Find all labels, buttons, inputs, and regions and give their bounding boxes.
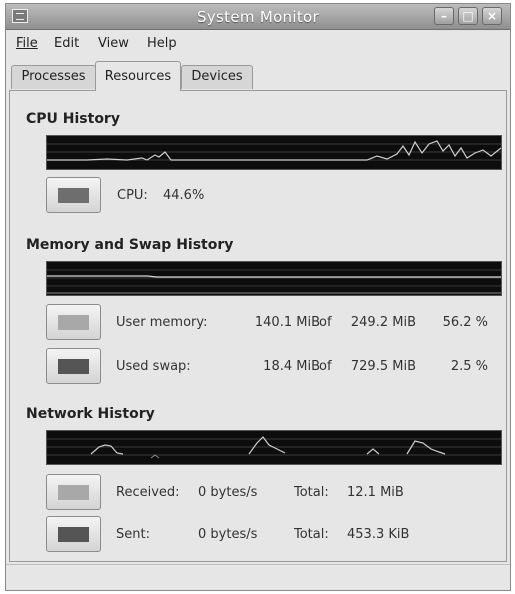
received-color-button[interactable] — [46, 474, 101, 510]
cpu-label: CPU: — [117, 188, 148, 203]
received-line-2 — [248, 436, 286, 455]
sent-color-swatch — [58, 527, 89, 542]
sent-rate: 0 bytes/s — [198, 527, 258, 542]
tab-resources[interactable]: Resources — [95, 61, 181, 91]
received-color-swatch — [58, 485, 89, 500]
menu-help[interactable]: Help — [147, 36, 177, 51]
menu-bar: File Edit View Help — [6, 30, 510, 58]
cpu-graph-svg — [47, 140, 501, 161]
received-line-3 — [366, 448, 380, 455]
swap-label: Used swap: — [116, 359, 191, 374]
received-line — [90, 444, 124, 455]
user-memory-of: of — [319, 315, 332, 330]
menu-help-label: Help — [147, 36, 177, 51]
close-button[interactable]: × — [482, 7, 502, 25]
resources-panel: CPU History CPU: 44.6% Memory and Swap H… — [9, 90, 507, 562]
tab-devices[interactable]: Devices — [181, 65, 253, 89]
swap-color-button[interactable] — [46, 348, 101, 384]
cpu-color-button[interactable] — [46, 177, 101, 213]
sent-color-button[interactable] — [46, 516, 101, 552]
user-memory-used: 140.1 MiB — [254, 315, 320, 330]
memory-graph-grid — [47, 269, 501, 287]
network-history-graph — [46, 430, 502, 465]
network-history-title: Network History — [26, 406, 155, 422]
menu-file[interactable]: File — [16, 36, 38, 51]
received-label: Received: — [116, 485, 180, 500]
cpu-graph-grid — [47, 143, 501, 161]
received-rate: 0 bytes/s — [198, 485, 258, 500]
swap-color-swatch — [58, 359, 89, 374]
user-memory-color-swatch — [58, 315, 89, 330]
user-memory-total: 249.2 MiB — [350, 315, 416, 330]
received-total: 12.1 MiB — [347, 485, 404, 500]
title-bar[interactable]: System Monitor – □ × — [6, 4, 510, 30]
sent-total-label: Total: — [294, 527, 329, 542]
swap-percent: 2.5 % — [450, 359, 488, 374]
user-memory-percent: 56.2 % — [442, 315, 488, 330]
cpu-history-graph — [46, 135, 502, 170]
user-memory-color-button[interactable] — [46, 304, 101, 340]
sent-total: 453.3 KiB — [347, 527, 410, 542]
menu-edit-label: Edit — [54, 36, 80, 51]
swap-used: 18.4 MiB — [263, 359, 320, 374]
swap-of: of — [319, 359, 332, 374]
status-bar — [6, 564, 510, 591]
cpu-value: 44.6% — [163, 188, 205, 203]
sent-label: Sent: — [116, 527, 150, 542]
menu-view-label: View — [98, 36, 129, 51]
cpu-color-swatch — [58, 188, 89, 203]
received-total-label: Total: — [294, 485, 329, 500]
system-monitor-window: System Monitor – □ × File Edit View Help… — [5, 3, 511, 591]
user-memory-line — [47, 275, 501, 278]
memory-history-graph — [46, 261, 502, 296]
maximize-button[interactable]: □ — [458, 7, 478, 25]
menu-edit[interactable]: Edit — [54, 36, 79, 51]
memory-history-title: Memory and Swap History — [26, 237, 234, 253]
user-memory-label: User memory: — [116, 315, 208, 330]
menu-view[interactable]: View — [98, 36, 129, 51]
memory-graph-svg — [47, 269, 501, 294]
menu-file-label: File — [16, 36, 38, 51]
tab-processes[interactable]: Processes — [11, 65, 96, 89]
network-graph-svg — [47, 436, 501, 459]
swap-total: 729.5 MiB — [350, 359, 416, 374]
cpu-history-title: CPU History — [26, 111, 120, 127]
minimize-button[interactable]: – — [434, 7, 454, 25]
